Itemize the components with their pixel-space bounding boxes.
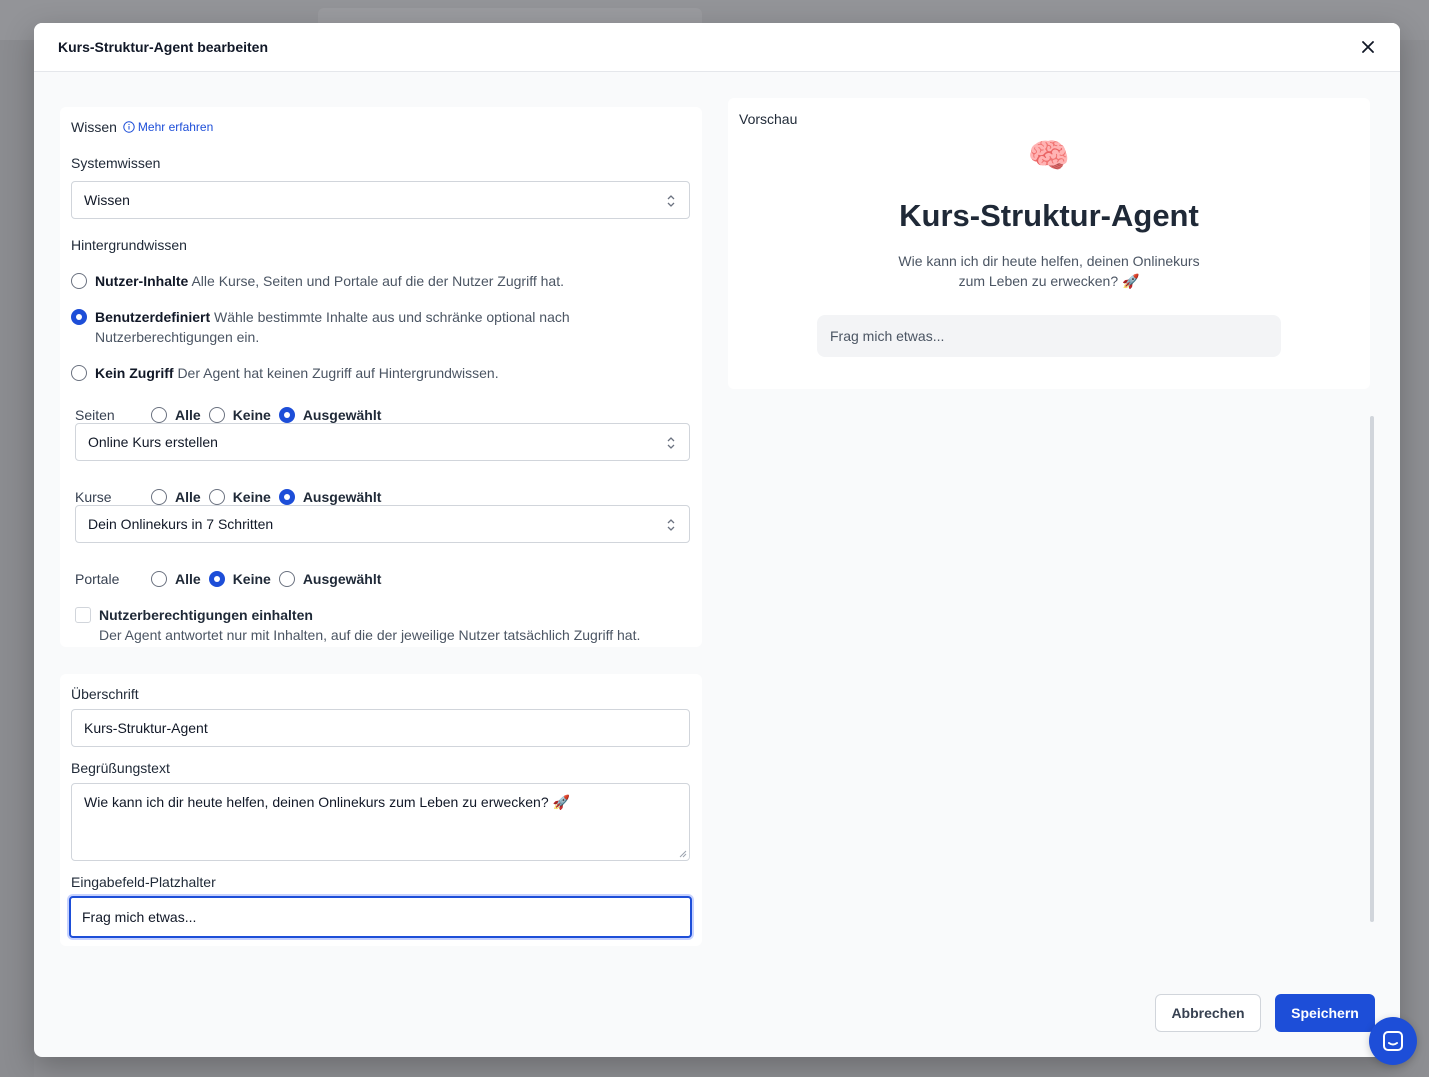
- courses-select[interactable]: Dein Onlinekurs in 7 Schritten: [75, 505, 690, 543]
- radio-custom-button[interactable]: [71, 309, 87, 325]
- resize-grip-icon[interactable]: [679, 850, 687, 858]
- pages-none-option[interactable]: Keine: [208, 407, 271, 423]
- background-sidebar: [0, 40, 34, 1077]
- texts-card: Überschrift Kurs-Struktur-Agent Begrüßun…: [60, 674, 702, 946]
- portals-selected-option[interactable]: Ausgewählt: [278, 571, 382, 587]
- permissions-label: Nutzerberechtigungen einhalten: [99, 607, 313, 623]
- support-chat-button[interactable]: [1369, 1017, 1417, 1065]
- radio-custom-title: Benutzerdefiniert: [95, 309, 211, 325]
- modal-title: Kurs-Struktur-Agent bearbeiten: [58, 39, 269, 55]
- radio-user-content-button[interactable]: [71, 273, 87, 289]
- preview-chat-placeholder: Frag mich etwas...: [830, 328, 945, 344]
- pages-all-option[interactable]: Alle: [151, 407, 201, 423]
- portals-selected-text: Ausgewählt: [302, 571, 382, 587]
- modal-header: Kurs-Struktur-Agent bearbeiten: [34, 23, 1400, 72]
- radio-custom[interactable]: Benutzerdefiniert Wähle bestimmte Inhalt…: [71, 307, 631, 347]
- system-knowledge-select[interactable]: Wissen: [71, 181, 690, 219]
- pages-all-radio[interactable]: [151, 407, 167, 423]
- chevron-updown-icon: [667, 437, 675, 449]
- radio-no-access-title: Kein Zugriff: [95, 365, 174, 381]
- radio-user-content-desc: Alle Kurse, Seiten und Portale auf die d…: [191, 273, 564, 289]
- pages-all-text: Alle: [175, 407, 201, 423]
- system-knowledge-label: Systemwissen: [71, 155, 161, 171]
- pages-select-value: Online Kurs erstellen: [88, 434, 218, 450]
- cancel-button[interactable]: Abbrechen: [1155, 994, 1261, 1032]
- preview-card: Vorschau 🧠 Kurs-Struktur-Agent Wie kann …: [728, 98, 1370, 389]
- placeholder-input-value: Frag mich etwas...: [82, 909, 197, 925]
- save-button[interactable]: Speichern: [1275, 994, 1375, 1032]
- radio-no-access[interactable]: Kein Zugriff Der Agent hat keinen Zugrif…: [71, 363, 681, 383]
- permissions-checkbox[interactable]: [75, 607, 91, 623]
- pages-selected-option[interactable]: Ausgewählt: [278, 407, 382, 423]
- pages-none-text: Keine: [232, 407, 271, 423]
- greeting-textarea[interactable]: Wie kann ich dir heute helfen, deinen On…: [71, 783, 690, 861]
- courses-none-radio[interactable]: [208, 489, 225, 505]
- courses-selected-option[interactable]: Ausgewählt: [278, 489, 382, 505]
- background-knowledge-label: Hintergrundwissen: [71, 237, 187, 253]
- radio-user-content[interactable]: Nutzer-Inhalte Alle Kurse, Seiten und Po…: [71, 271, 681, 291]
- placeholder-label: Eingabefeld-Platzhalter: [71, 874, 216, 890]
- courses-selected-text: Ausgewählt: [302, 489, 382, 505]
- courses-none-text: Keine: [232, 489, 271, 505]
- preview-title: Kurs-Struktur-Agent: [899, 198, 1199, 233]
- close-icon: [1362, 41, 1374, 53]
- pages-label: Seiten: [75, 407, 115, 423]
- preview-greeting: Wie kann ich dir heute helfen, deinen On…: [898, 253, 1200, 289]
- preview-scrollbar[interactable]: [1370, 416, 1374, 922]
- knowledge-header: Wissen Mehr erfahren: [71, 119, 213, 135]
- courses-all-radio[interactable]: [151, 489, 167, 505]
- portals-none-option[interactable]: Keine: [208, 571, 271, 587]
- courses-all-option[interactable]: Alle: [151, 489, 201, 505]
- portals-all-option[interactable]: Alle: [151, 571, 201, 587]
- portals-none-text: Keine: [232, 571, 271, 587]
- heading-label: Überschrift: [71, 686, 139, 702]
- preview-label: Vorschau: [739, 111, 798, 127]
- brain-emoji: 🧠: [1027, 137, 1071, 175]
- placeholder-input[interactable]: Frag mich etwas...: [69, 896, 692, 938]
- learn-more-text: Mehr erfahren: [137, 120, 214, 134]
- portals-all-text: Alle: [175, 571, 201, 587]
- heading-input-value: Kurs-Struktur-Agent: [84, 720, 208, 736]
- courses-all-text: Alle: [175, 489, 201, 505]
- chevron-updown-icon: [667, 519, 675, 531]
- radio-no-access-button[interactable]: [71, 365, 87, 381]
- portals-all-radio[interactable]: [151, 571, 167, 587]
- courses-none-option[interactable]: Keine: [208, 489, 271, 505]
- knowledge-card: Wissen Mehr erfahren Systemwissen Wissen…: [60, 107, 702, 647]
- portals-selected-radio[interactable]: [278, 571, 295, 587]
- courses-scope-row: Kurse Alle Keine Ausgewählt: [75, 487, 389, 507]
- pages-select[interactable]: Online Kurs erstellen: [75, 423, 690, 461]
- pages-selected-text: Ausgewählt: [302, 407, 382, 423]
- permissions-row[interactable]: Nutzerberechtigungen einhalten Der Agent…: [75, 605, 640, 645]
- permissions-desc: Der Agent antwortet nur mit Inhalten, au…: [99, 627, 641, 643]
- courses-selected-radio[interactable]: [278, 489, 295, 505]
- pages-scope-row: Seiten Alle Keine Ausgewählt: [75, 405, 389, 425]
- portals-label: Portale: [75, 571, 120, 587]
- greeting-label: Begrüßungstext: [71, 760, 170, 776]
- courses-label: Kurse: [75, 489, 112, 505]
- learn-more-link[interactable]: Mehr erfahren: [123, 120, 213, 134]
- chevron-updown-icon: [667, 195, 675, 207]
- portals-none-radio[interactable]: [208, 571, 225, 587]
- knowledge-label: Wissen: [71, 119, 117, 135]
- pages-selected-radio[interactable]: [278, 407, 295, 423]
- edit-agent-modal: Kurs-Struktur-Agent bearbeiten Wissen Me…: [34, 23, 1400, 1057]
- pages-none-radio[interactable]: [208, 407, 225, 423]
- courses-select-value: Dein Onlinekurs in 7 Schritten: [88, 516, 274, 532]
- info-icon: [123, 121, 135, 133]
- close-button[interactable]: [1358, 37, 1378, 57]
- system-knowledge-value: Wissen: [84, 192, 130, 208]
- heading-input[interactable]: Kurs-Struktur-Agent: [71, 709, 690, 747]
- radio-user-content-title: Nutzer-Inhalte: [95, 273, 189, 289]
- greeting-textarea-value: Wie kann ich dir heute helfen, deinen On…: [84, 794, 570, 810]
- portals-scope-row: Portale Alle Keine Ausgewählt: [75, 569, 389, 589]
- chat-icon: [1383, 1031, 1403, 1051]
- radio-no-access-desc: Der Agent hat keinen Zugriff auf Hinterg…: [177, 365, 499, 381]
- preview-chat-input[interactable]: Frag mich etwas...: [817, 315, 1281, 357]
